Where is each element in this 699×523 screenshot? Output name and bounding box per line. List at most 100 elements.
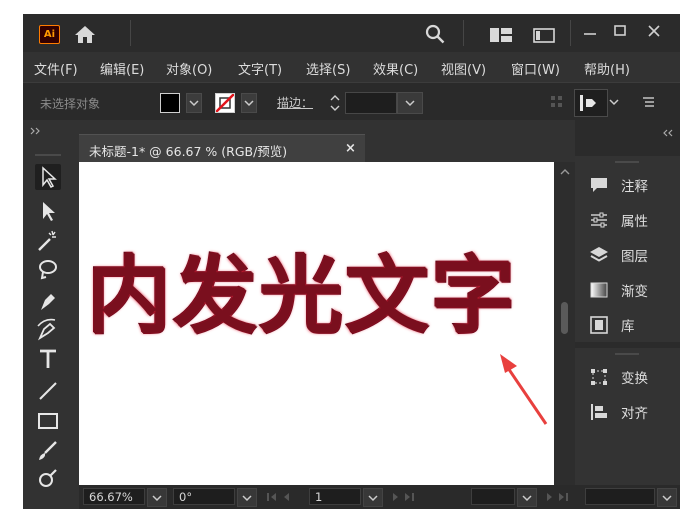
right-panel-dock: 注释 属性 图层 渐变 库 变换 对齐: [575, 120, 680, 509]
menu-edit[interactable]: 编辑(E): [100, 59, 144, 78]
shaper-tool-icon[interactable]: [35, 466, 61, 492]
panel-gradient[interactable]: 渐变: [585, 277, 675, 303]
direct-selection-tool-icon[interactable]: [35, 198, 61, 224]
artwork-text[interactable]: 内发光文字: [87, 254, 517, 338]
panel-label: 对齐: [621, 406, 648, 422]
play-controls-icon[interactable]: [543, 490, 583, 504]
chevron-down-icon[interactable]: [608, 96, 620, 108]
collapse-panel-icon[interactable]: [661, 128, 675, 138]
line-tool-icon[interactable]: [35, 378, 61, 404]
panel-grip: [615, 161, 639, 163]
artboard-dropdown[interactable]: [363, 488, 383, 507]
grid-dots-icon: [551, 96, 562, 107]
illustrator-window: Ai 文件(F) 编辑(E) 对象(O) 文字(T) 选择(S) 效果(C) 视…: [23, 14, 680, 509]
chevron-down-icon: [522, 495, 532, 502]
fill-dropdown[interactable]: [186, 93, 202, 113]
align-options-button[interactable]: [574, 89, 608, 117]
menu-help[interactable]: 帮助(H): [584, 59, 630, 78]
status-info-dropdown[interactable]: [517, 488, 537, 507]
panel-label: 属性: [621, 214, 648, 230]
zoom-dropdown[interactable]: [147, 488, 167, 507]
menu-bar: 文件(F) 编辑(E) 对象(O) 文字(T) 选择(S) 效果(C) 视图(V…: [23, 52, 680, 82]
paintbrush-tool-icon[interactable]: [35, 438, 61, 464]
panel-align[interactable]: 对齐: [585, 399, 675, 425]
panel-properties[interactable]: 属性: [585, 207, 675, 233]
panel-menu-icon[interactable]: [640, 94, 656, 110]
vertical-scrollbar[interactable]: [554, 162, 575, 485]
status-extra-field[interactable]: [585, 488, 655, 505]
stroke-weight-label[interactable]: 描边：: [277, 94, 313, 111]
arrange-documents-icon[interactable]: [490, 28, 512, 42]
rotate-dropdown[interactable]: [237, 488, 257, 507]
first-previous-artboard-icon[interactable]: [265, 490, 305, 504]
stroke-color-swatch[interactable]: [215, 93, 235, 113]
minimize-icon[interactable]: [579, 22, 601, 40]
home-icon[interactable]: [74, 24, 96, 44]
layers-icon: [590, 247, 608, 262]
status-extra-dropdown[interactable]: [657, 488, 677, 507]
panel-label: 图层: [621, 249, 648, 265]
expand-panel-icon[interactable]: [29, 126, 43, 136]
artboard-canvas[interactable]: 内发光文字: [79, 162, 554, 485]
chevron-down-icon: [189, 100, 199, 107]
close-icon[interactable]: [643, 22, 665, 40]
chevron-down-icon: [368, 495, 378, 502]
document-tab[interactable]: 未标题-1* @ 66.67 % (RGB/预览) ×: [79, 134, 365, 163]
menu-select[interactable]: 选择(S): [306, 59, 350, 78]
next-last-artboard-icon[interactable]: [389, 490, 429, 504]
panel-comments[interactable]: 注释: [585, 172, 675, 198]
panel-label: 渐变: [621, 284, 648, 300]
menu-window[interactable]: 窗口(W): [511, 59, 560, 78]
scroll-up-icon[interactable]: [559, 168, 571, 176]
tools-panel: [23, 120, 71, 487]
control-bar: 未选择对象 描边：: [23, 82, 680, 121]
maximize-icon[interactable]: [609, 22, 631, 40]
lasso-tool-icon[interactable]: [35, 258, 61, 284]
panel-libraries[interactable]: 库: [585, 312, 675, 338]
app-logo: Ai: [39, 25, 60, 44]
panel-layers[interactable]: 图层: [585, 242, 675, 268]
selection-tool-icon[interactable]: [35, 164, 61, 190]
title-separator: [570, 20, 571, 46]
pen-tool-icon[interactable]: [35, 288, 61, 314]
fill-color-swatch[interactable]: [160, 93, 180, 113]
menu-effect[interactable]: 效果(C): [373, 59, 418, 78]
magic-wand-tool-icon[interactable]: [35, 228, 61, 254]
panel-label: 变换: [621, 371, 648, 387]
properties-sliders-icon: [591, 212, 607, 228]
menu-type[interactable]: 文字(T): [238, 59, 282, 78]
libraries-icon: [590, 316, 608, 334]
panel-label: 注释: [621, 179, 648, 195]
comment-icon: [591, 178, 607, 192]
zoom-field[interactable]: 66.67%: [83, 488, 145, 505]
menu-file[interactable]: 文件(F): [34, 59, 78, 78]
scrollbar-thumb[interactable]: [561, 302, 568, 334]
status-info-field[interactable]: [471, 488, 515, 505]
panel-transform[interactable]: 变换: [585, 364, 675, 390]
chevron-down-icon: [152, 495, 162, 502]
menu-object[interactable]: 对象(O): [166, 59, 212, 78]
panel-group-1: 注释 属性 图层 渐变 库: [575, 156, 680, 342]
document-tab-label: 未标题-1* @ 66.67 % (RGB/预览): [89, 144, 288, 159]
chevron-down-icon: [662, 495, 672, 502]
close-tab-icon[interactable]: ×: [345, 141, 356, 156]
panel-grip: [615, 353, 639, 355]
align-icon: [591, 404, 607, 420]
stepper-icon[interactable]: [329, 94, 341, 112]
search-icon[interactable]: [425, 24, 445, 44]
type-tool-icon[interactable]: [35, 346, 61, 372]
rotate-view-field[interactable]: 0°: [173, 488, 235, 505]
stroke-weight-input[interactable]: [345, 92, 397, 114]
selection-status: 未选择对象: [40, 97, 101, 111]
curvature-tool-icon[interactable]: [35, 316, 61, 342]
chevron-down-icon: [405, 100, 415, 107]
panel-layout-icon[interactable]: [533, 28, 555, 43]
artboard-number-field[interactable]: 1: [309, 488, 361, 505]
stroke-dropdown[interactable]: [241, 93, 257, 113]
title-bar: Ai: [23, 14, 680, 52]
stroke-weight-dropdown[interactable]: [397, 92, 423, 114]
rectangle-tool-icon[interactable]: [35, 408, 61, 434]
panel-label: 库: [621, 319, 635, 335]
menu-view[interactable]: 视图(V): [441, 59, 486, 78]
no-stroke-icon: [216, 94, 234, 112]
